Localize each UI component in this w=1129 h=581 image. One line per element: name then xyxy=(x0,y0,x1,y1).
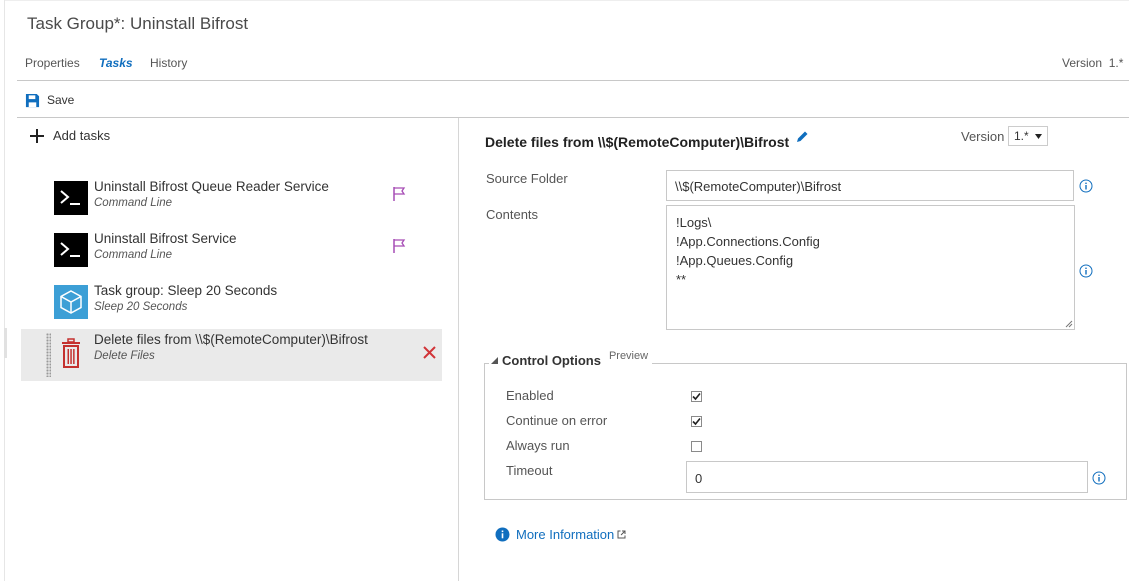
terminal-icon xyxy=(54,233,88,267)
detail-version-label: Version xyxy=(961,129,1005,144)
preview-badge: Preview xyxy=(608,349,649,362)
contents-line: !Logs\ xyxy=(676,215,712,230)
source-folder-label: Source Folder xyxy=(486,171,568,186)
task-name: Task group: Sleep 20 Seconds xyxy=(94,283,278,298)
task-item-delete-files[interactable]: Delete files from \\$(RemoteComputer)\Bi… xyxy=(21,329,442,381)
task-item-queue-reader[interactable]: Uninstall Bifrost Queue Reader Service C… xyxy=(21,176,442,228)
collapse-triangle-icon xyxy=(491,357,498,364)
drag-handle[interactable] xyxy=(46,333,51,377)
flag-icon[interactable] xyxy=(392,186,406,202)
header-divider xyxy=(17,80,1129,81)
task-name: Delete files from \\$(RemoteComputer)\Bi… xyxy=(94,332,368,347)
enabled-label: Enabled xyxy=(506,388,554,403)
check-icon xyxy=(692,392,701,401)
source-folder-input[interactable]: \\$(RemoteComputer)\Bifrost xyxy=(666,170,1074,201)
resize-grip-icon[interactable] xyxy=(1065,320,1073,328)
save-icon xyxy=(25,93,40,107)
contents-line: !App.Queues.Config xyxy=(676,253,794,268)
detail-title: Delete files from \\$(RemoteComputer)\Bi… xyxy=(485,131,809,150)
terminal-icon xyxy=(54,181,88,215)
task-type: Command Line xyxy=(94,197,172,209)
toolbar-divider xyxy=(17,117,1129,118)
contents-textarea[interactable]: !Logs\ !App.Connections.Config !App.Queu… xyxy=(666,205,1075,330)
info-icon[interactable] xyxy=(1092,471,1106,485)
contents-label: Contents xyxy=(486,207,539,222)
version-select-value: 1.* xyxy=(1014,129,1029,143)
edit-pencil-icon[interactable] xyxy=(795,130,809,144)
tab-properties[interactable]: Properties xyxy=(25,56,80,70)
always-run-label: Always run xyxy=(506,438,570,453)
task-type: Delete Files xyxy=(94,350,155,362)
task-item-bifrost-service[interactable]: Uninstall Bifrost Service Command Line xyxy=(21,228,442,280)
cube-icon xyxy=(54,285,88,319)
page-top-border xyxy=(4,0,1129,1)
trash-icon xyxy=(54,337,88,371)
external-link-icon xyxy=(617,530,626,539)
task-item-sleep-group[interactable]: Task group: Sleep 20 Seconds Sleep 20 Se… xyxy=(21,280,442,332)
more-information-link[interactable]: More Information xyxy=(495,527,626,542)
contents-line: !App.Connections.Config xyxy=(676,234,820,249)
task-type: Sleep 20 Seconds xyxy=(94,301,188,313)
task-type: Command Line xyxy=(94,249,172,261)
continue-on-error-label: Continue on error xyxy=(506,413,608,428)
task-name: Uninstall Bifrost Queue Reader Service xyxy=(94,179,329,194)
info-icon[interactable] xyxy=(1079,264,1093,278)
remove-task-icon[interactable] xyxy=(423,346,436,359)
more-information-label: More Information xyxy=(516,527,615,542)
info-filled-icon xyxy=(495,527,510,542)
add-tasks-button[interactable]: Add tasks xyxy=(30,128,110,143)
detail-title-text: Delete files from \\$(RemoteComputer)\Bi… xyxy=(485,134,790,150)
chevron-down-icon xyxy=(1034,133,1042,139)
page-title: Task Group*: Uninstall Bifrost xyxy=(27,14,249,33)
enabled-checkbox[interactable] xyxy=(691,391,702,402)
plus-icon xyxy=(30,128,44,143)
task-name: Uninstall Bifrost Service xyxy=(94,231,237,246)
flag-icon[interactable] xyxy=(392,238,406,254)
continue-on-error-checkbox[interactable] xyxy=(691,416,702,427)
tab-history[interactable]: History xyxy=(150,56,187,70)
left-edge-marker xyxy=(4,328,7,358)
pane-divider[interactable] xyxy=(458,118,459,581)
control-options-title: Control Options xyxy=(502,353,601,368)
version-value: 1.* xyxy=(1108,56,1124,70)
always-run-checkbox[interactable] xyxy=(691,441,702,452)
save-label: Save xyxy=(47,93,75,107)
tab-tasks[interactable]: Tasks xyxy=(99,56,133,70)
info-icon[interactable] xyxy=(1079,179,1093,193)
timeout-label: Timeout xyxy=(506,463,553,478)
version-select[interactable]: 1.* xyxy=(1008,126,1048,146)
add-tasks-label: Add tasks xyxy=(53,128,111,143)
control-options-header[interactable]: Control Options Preview xyxy=(489,349,653,368)
version-indicator: Version 1.* xyxy=(1062,56,1123,70)
contents-line: ** xyxy=(676,272,687,287)
timeout-input[interactable]: 0 xyxy=(686,461,1088,493)
version-label: Version xyxy=(1062,56,1103,70)
check-icon xyxy=(692,417,701,426)
page-left-border xyxy=(4,0,5,581)
save-button[interactable]: Save xyxy=(25,91,74,109)
